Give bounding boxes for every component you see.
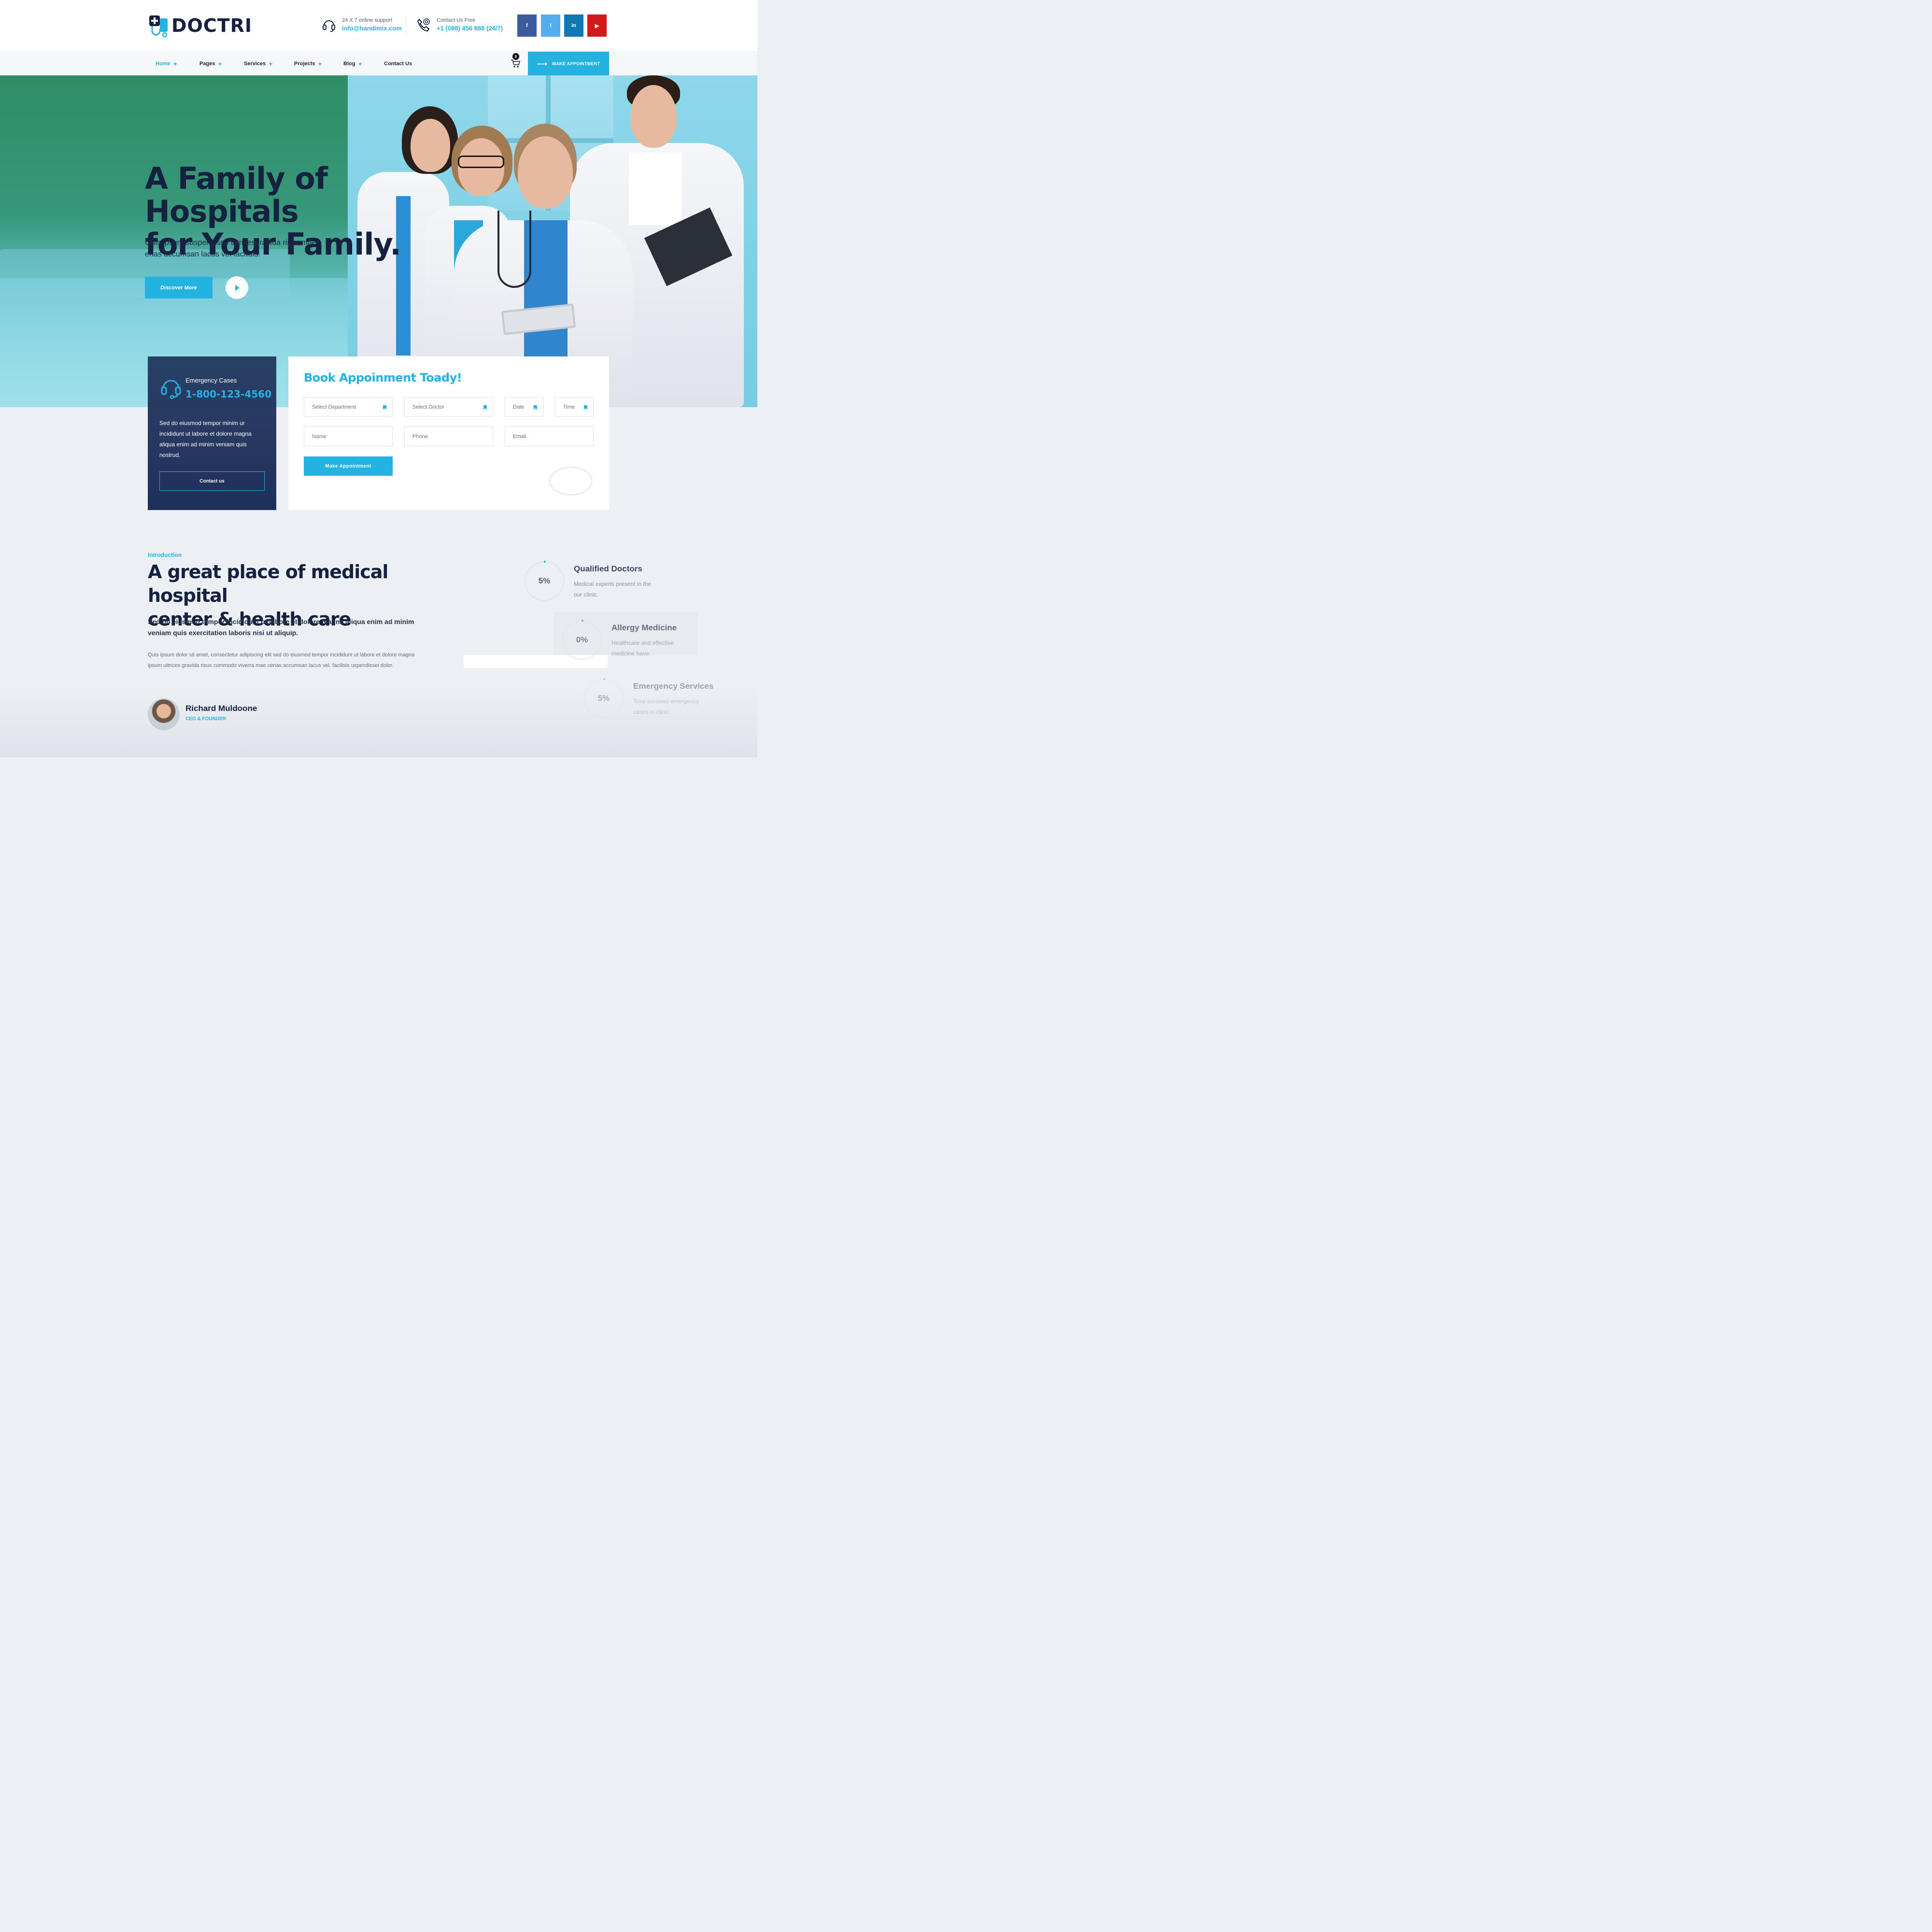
nav-item-home[interactable]: Home + (156, 60, 177, 68)
bookmark-icon (383, 405, 386, 410)
doctor-select[interactable]: Select Doctor (404, 397, 493, 417)
twitter-icon: t (550, 23, 552, 28)
play-video-button[interactable] (226, 276, 248, 299)
facebook-button[interactable]: f (517, 14, 537, 37)
hero-subtitle: Quis ipsum suspendisse ultricesgravida r… (145, 237, 348, 260)
section-title-line: A great place of medical hospital (148, 561, 388, 606)
stat-title: Emergency Services (633, 682, 714, 691)
field-placeholder: Select Department (312, 404, 356, 410)
arrow-right-icon: ⟶ (537, 59, 548, 68)
make-appointment-button[interactable]: ⟶ MAKE APPOINTMENT (528, 52, 609, 75)
make-appointment-submit[interactable]: Make Appointment (304, 456, 393, 476)
stat-ring: 5% (584, 678, 624, 718)
plus-icon: + (218, 60, 222, 68)
stat-text: Total succeed emergency cases in clinic. (633, 698, 699, 715)
stat-text: Medical experts present in the our clini… (574, 581, 652, 598)
stat-title: Allergy Medicine (611, 623, 677, 632)
nav-label: Blog (343, 61, 355, 67)
support-info: 24 X 7 online support info@handimix.com (322, 17, 402, 32)
hero-title-line: A Family of Hospitals (145, 161, 328, 229)
nav-label: Projects (294, 61, 315, 67)
facebook-icon: f (526, 23, 528, 28)
time-field[interactable]: Time (555, 397, 594, 417)
play-icon (235, 284, 240, 291)
field-placeholder: Phone (412, 433, 428, 440)
booking-form: Book Appoinment Toady! Select Department… (288, 356, 609, 510)
twitter-button[interactable]: t (541, 14, 560, 37)
emergency-card: Emergency Cases 1-800-123-4560 Sed do ei… (148, 356, 276, 510)
brand-logo[interactable]: DOCTRI (147, 14, 252, 38)
field-placeholder: Date (513, 404, 525, 410)
field-placeholder: Time (563, 404, 575, 410)
contact-us-button[interactable]: Contact us (159, 471, 265, 491)
cart-count-badge: 0 (512, 53, 519, 60)
plus-icon: + (173, 60, 177, 68)
bookmark-icon (584, 405, 587, 410)
contact-phone[interactable]: +1 (088) 456 888 (24/7) (437, 25, 503, 32)
emergency-text: Sed do eiusmod tempor minim ur incididun… (159, 420, 252, 458)
emergency-phone[interactable]: 1-800-123-4560 (185, 388, 271, 400)
nav-item-blog[interactable]: Blog + (343, 60, 362, 68)
nav-label: Services (244, 61, 266, 67)
stethoscope-decoration (549, 467, 593, 496)
emergency-label: Emergency Cases (185, 377, 237, 384)
stat-ring: 0% (562, 620, 602, 660)
date-field[interactable]: Date (505, 397, 543, 417)
headset-icon (323, 20, 335, 32)
section-body: Quis ipsum dolor sit amet, consectetur a… (148, 652, 415, 668)
phone-field[interactable]: Phone (404, 426, 493, 446)
bookmark-icon (483, 405, 487, 410)
support-label: 24 X 7 online support (342, 17, 392, 23)
plus-icon: + (318, 60, 322, 68)
hero-subtitle-line: Quis ipsum suspendisse ultricesgravida r… (145, 239, 320, 247)
linkedin-button[interactable]: in (564, 14, 583, 37)
stat-title: Qualified Doctors (574, 564, 642, 573)
bookmark-icon (534, 405, 537, 410)
field-placeholder: Select Doctor (412, 404, 445, 410)
brand-name: DOCTRI (171, 15, 253, 36)
appointment-label: MAKE APPOINTMENT (552, 61, 600, 66)
contact-info: Contact Us Free +1 (088) 456 888 (24/7) (416, 17, 503, 32)
nav-item-services[interactable]: Services + (244, 60, 273, 68)
founder-name: Richard Muldoone (185, 704, 257, 713)
nav-item-contact[interactable]: Contact Us (384, 61, 412, 67)
support-email[interactable]: info@handimix.com (342, 25, 402, 32)
plus-icon: + (269, 60, 273, 68)
hero-subtitle-line: enas accumsan lacus vel facilisis. (145, 250, 261, 258)
stat-text: Healthcare and effective medicine have. (611, 639, 674, 657)
department-select[interactable]: Select Department (304, 397, 393, 417)
name-field[interactable]: Name (304, 426, 393, 446)
top-header: DOCTRI 24 X 7 online support info@handim… (0, 0, 757, 51)
section-tag: Introduction (148, 552, 182, 558)
youtube-icon: ▶ (595, 23, 599, 29)
field-placeholder: Name (312, 433, 327, 440)
nav-label: Home (156, 61, 170, 67)
main-nav: Home + Pages + Services + Projects + Blog + C… (0, 51, 757, 75)
nav-item-projects[interactable]: Projects + (294, 60, 322, 68)
linkedin-icon: in (571, 23, 576, 28)
discover-more-button[interactable]: Discover More (145, 277, 213, 298)
stat-ring: 5% (525, 561, 564, 601)
nav-label: Pages (199, 61, 215, 67)
email-field[interactable]: Email (505, 426, 594, 446)
nav-label: Contact Us (384, 61, 412, 67)
avatar (148, 698, 180, 730)
founder-role: CEO & FOUNDER (185, 716, 226, 722)
nav-item-pages[interactable]: Pages + (199, 60, 222, 68)
phone-icon (417, 18, 430, 32)
logo-icon (149, 15, 168, 38)
headset-icon (161, 380, 181, 399)
plus-icon: + (358, 60, 362, 68)
youtube-button[interactable]: ▶ (587, 14, 607, 37)
contact-label: Contact Us Free (437, 17, 476, 23)
section-lead: Sed do eiusmod tempor incididunt ut labo… (148, 618, 414, 637)
field-placeholder: Email (513, 433, 526, 440)
booking-title: Book Appoinment Toady! (304, 371, 462, 384)
